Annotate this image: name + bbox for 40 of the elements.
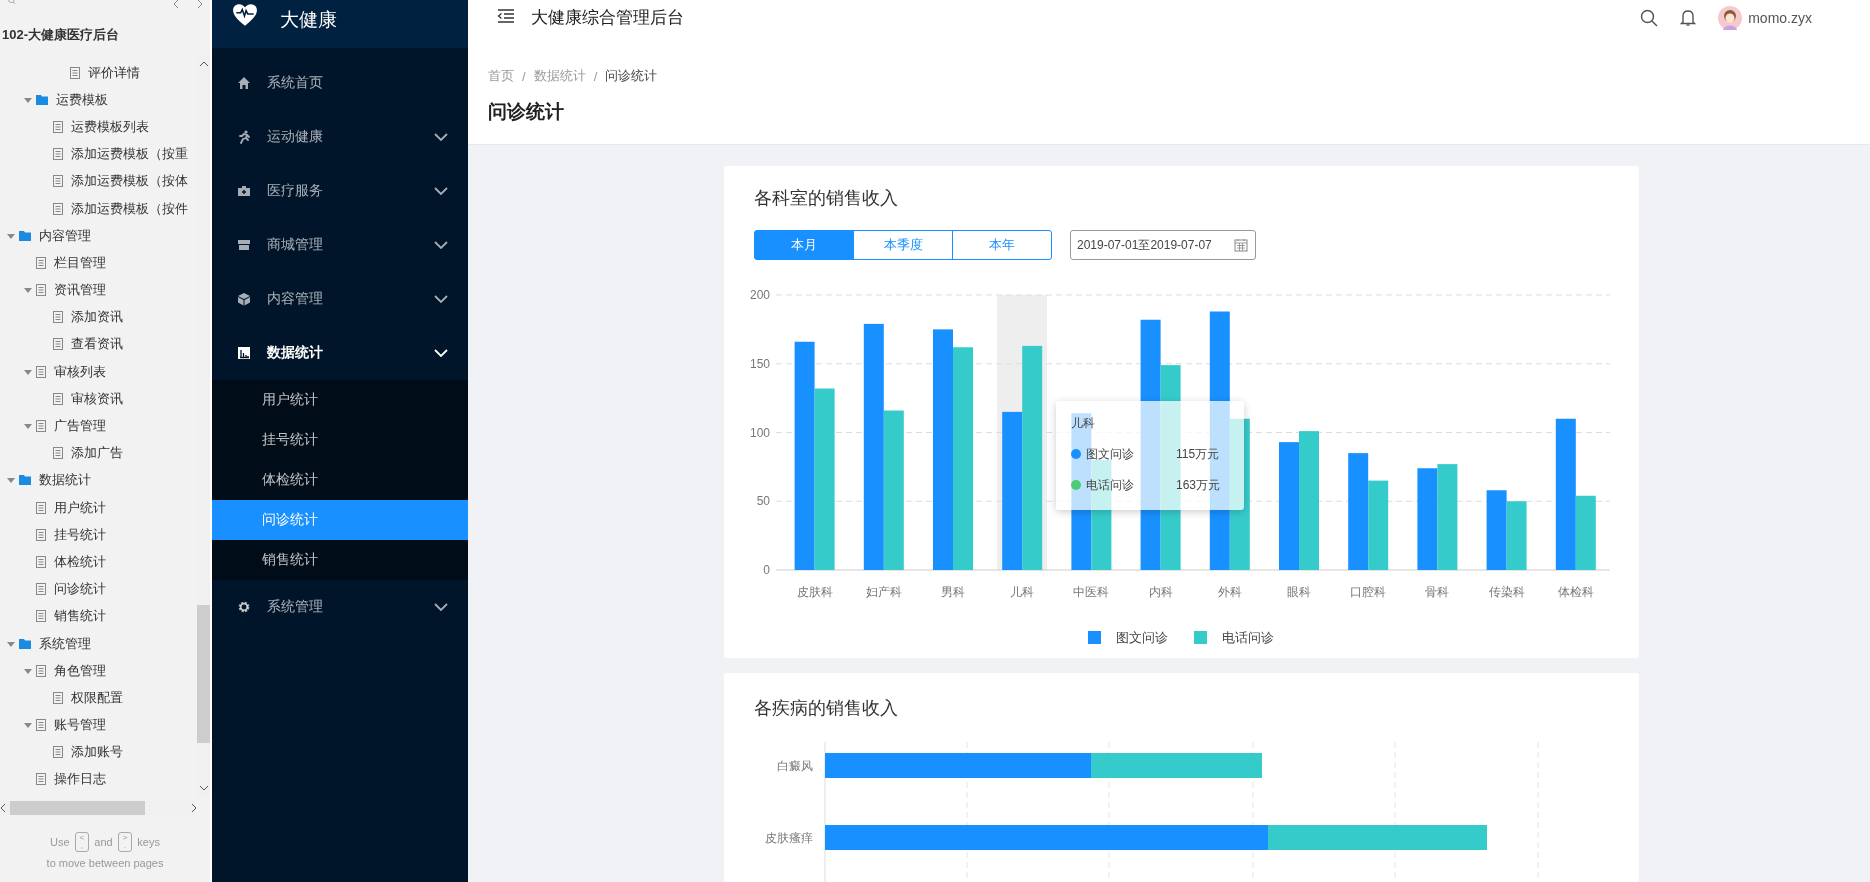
card-title: 各疾病的销售收入 bbox=[753, 697, 899, 720]
card-title: 各科室的销售收入 bbox=[753, 187, 899, 210]
y-tick-label: 0 bbox=[763, 563, 770, 577]
x-tick-label: 儿科 bbox=[1010, 585, 1035, 599]
breadcrumb-separator: / bbox=[522, 68, 526, 84]
x-tick-label: 妇产科 bbox=[865, 585, 902, 599]
legend-label: 图文问诊 bbox=[1116, 630, 1168, 645]
help-text: and bbox=[94, 836, 113, 848]
keycap: < , bbox=[74, 832, 90, 852]
app-title: 大健康综合管理后台 bbox=[531, 6, 684, 29]
tooltip-value: 163万元 bbox=[1176, 476, 1221, 494]
y-tick-label: 白癜风 bbox=[777, 759, 813, 773]
legend-label: 电话问诊 bbox=[1222, 630, 1274, 645]
x-tick-label: 传染科 bbox=[1488, 585, 1525, 599]
tooltip-label: 图文问诊 bbox=[1086, 445, 1135, 463]
help-text: Use bbox=[50, 836, 70, 848]
project-title: 102-大健康医疗后台 bbox=[1, 26, 121, 44]
x-tick-label: 骨科 bbox=[1425, 585, 1450, 599]
help-text: keys bbox=[137, 836, 160, 848]
app-name: 大健康 bbox=[280, 8, 337, 32]
x-tick-label: 皮肤科 bbox=[796, 585, 833, 599]
x-tick-label: 中医科 bbox=[1073, 585, 1110, 599]
x-tick-label: 口腔科 bbox=[1350, 585, 1387, 599]
x-tick-label: 内科 bbox=[1148, 585, 1173, 599]
y-tick-label: 50 bbox=[756, 494, 770, 509]
tooltip-value: 115万元 bbox=[1176, 445, 1220, 463]
x-tick-label: 体检科 bbox=[1557, 585, 1594, 599]
y-tick-label: 150 bbox=[749, 356, 770, 371]
y-tick-label: 皮肤瘙痒 bbox=[765, 831, 813, 845]
x-tick-label: 眼科 bbox=[1287, 585, 1311, 599]
breadcrumb-separator: / bbox=[593, 68, 598, 84]
page-title: 问诊统计 bbox=[488, 100, 565, 124]
x-tick-label: 男科 bbox=[941, 585, 965, 599]
x-tick-label: 外科 bbox=[1217, 585, 1242, 599]
y-tick-label: 100 bbox=[749, 425, 770, 440]
keycap: > . bbox=[117, 832, 133, 852]
help-text: to move between pages bbox=[45, 857, 165, 869]
y-tick-label: 200 bbox=[749, 288, 770, 302]
tooltip-label: 电话问诊 bbox=[1086, 476, 1135, 494]
tooltip-title: 儿科 bbox=[1071, 415, 1096, 432]
